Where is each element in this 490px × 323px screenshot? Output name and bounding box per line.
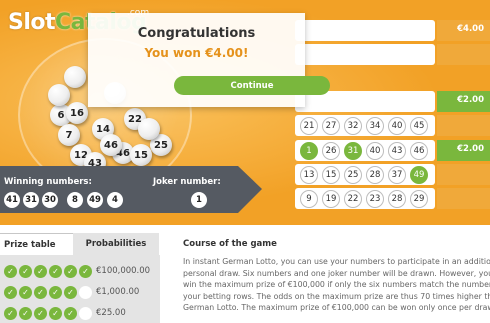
- row-number: 22: [344, 190, 362, 208]
- row-number: 40: [388, 117, 406, 135]
- drum-ball-blank: [138, 118, 160, 140]
- continue-button[interactable]: Continue: [174, 76, 330, 95]
- check-icon: ✓: [34, 307, 47, 320]
- row-prize: [437, 44, 490, 65]
- check-icon: ✓: [34, 265, 47, 278]
- betting-row: 9 19 22 23 28 29: [295, 188, 435, 209]
- logo-part-slot: Slot: [8, 10, 56, 35]
- row-prize: [437, 115, 490, 136]
- course-line: In instant German Lotto, you can use you…: [183, 257, 490, 266]
- drum-ball: 7: [58, 124, 80, 146]
- row-number: 49: [410, 166, 428, 184]
- row-number: 45: [410, 117, 428, 135]
- check-icon: ✓: [79, 265, 92, 278]
- drum-ball-blank: [64, 66, 86, 88]
- row-prize-value: €4.00: [457, 24, 484, 34]
- drum-ball: 15: [130, 144, 152, 166]
- row-number: 32: [344, 117, 362, 135]
- dialog-title: Congratulations: [137, 26, 256, 41]
- row-number: 1: [300, 142, 318, 160]
- winning-number: 30: [42, 192, 58, 208]
- winning-number: 4: [107, 192, 123, 208]
- betting-row: [295, 20, 435, 41]
- check-icon: ✓: [19, 307, 32, 320]
- drum-ball: 16: [66, 102, 88, 124]
- drum-ball-blank: [48, 84, 70, 106]
- check-icon: ✓: [4, 265, 17, 278]
- prize-value: €25.00: [96, 308, 126, 318]
- betting-row: 13 15 25 28 37 49: [295, 164, 435, 185]
- row-prize-value: €2.00: [457, 144, 484, 154]
- winning-numbers-bar: Winning numbers: Joker number: 41 31 30 …: [0, 166, 262, 213]
- joker-number-label: Joker number:: [153, 177, 221, 187]
- course-line: personal draw. Six numbers and one joker…: [183, 268, 490, 278]
- check-icon: ✓: [4, 307, 17, 320]
- winning-numbers-label: Winning numbers:: [4, 177, 92, 187]
- row-number: 40: [366, 142, 384, 160]
- row-number: 34: [366, 117, 384, 135]
- check-icon: ✓: [64, 286, 77, 299]
- check-icon: ✓: [64, 307, 77, 320]
- row-number: 27: [322, 117, 340, 135]
- row-prize-value: €2.00: [457, 95, 484, 105]
- check-icon: ✓: [19, 265, 32, 278]
- empty-circle-icon: [79, 307, 92, 320]
- row-prize: €4.00: [437, 20, 490, 41]
- betting-row: [295, 44, 435, 65]
- row-number: 19: [322, 190, 340, 208]
- course-line: your betting rows. The odds on the maxim…: [183, 291, 490, 301]
- row-prize: €2.00: [437, 140, 490, 161]
- winning-number: 41: [4, 192, 20, 208]
- row-number: 15: [322, 166, 340, 184]
- check-icon: ✓: [34, 286, 47, 299]
- row-number: 26: [322, 142, 340, 160]
- row-number: 13: [300, 166, 318, 184]
- row-number: 9: [300, 190, 318, 208]
- row-number: 28: [388, 190, 406, 208]
- course-line: German Lotto. The maximum prize of €100,…: [183, 303, 490, 313]
- game-area: 6 16 14 7 22 25 12 43 46 15 46 SlotCatal…: [0, 0, 490, 225]
- drum-ball: 46: [100, 134, 122, 156]
- check-icon: ✓: [64, 265, 77, 278]
- course-title: Course of the game: [183, 239, 277, 249]
- course-description: In instant German Lotto, you can use you…: [183, 256, 490, 314]
- row-number: 43: [388, 142, 406, 160]
- row-number: 31: [344, 142, 362, 160]
- empty-circle-icon: [79, 286, 92, 299]
- check-icon: ✓: [49, 265, 62, 278]
- joker-number: 1: [191, 192, 207, 208]
- row-prize: [437, 164, 490, 185]
- row-number: 28: [366, 166, 384, 184]
- info-section: Prize table Probabilities ✓ ✓ ✓ ✓ ✓ ✓ €100,000…: [0, 225, 490, 323]
- betting-row: 21 27 32 34 40 45: [295, 115, 435, 136]
- prize-value: €100,000.00: [96, 266, 151, 276]
- row-number: 46: [410, 142, 428, 160]
- prize-table: ✓ ✓ ✓ ✓ ✓ ✓ €100,000.00 ✓ ✓ ✓ ✓ ✓ €1,000.00 ✓ ✓ ✓ ✓ ✓ €25.…: [0, 255, 160, 323]
- tab-prize-table[interactable]: Prize table: [0, 233, 73, 256]
- tab-probabilities[interactable]: Probabilities: [73, 233, 159, 255]
- course-line: win the maximum prize of €100,000 if onl…: [183, 280, 490, 290]
- winning-number: 8: [67, 192, 83, 208]
- prize-value: €1,000.00: [96, 287, 140, 297]
- check-icon: ✓: [19, 286, 32, 299]
- check-icon: ✓: [49, 286, 62, 299]
- check-icon: ✓: [49, 307, 62, 320]
- row-number: 25: [344, 166, 362, 184]
- betting-row: 1 26 31 40 43 46: [295, 140, 435, 161]
- winning-number: 31: [23, 192, 39, 208]
- row-number: 21: [300, 117, 318, 135]
- row-number: 29: [410, 190, 428, 208]
- dialog-win-amount: You won €4.00!: [144, 46, 249, 60]
- info-tabs: Prize table Probabilities: [0, 233, 160, 256]
- row-prize: [437, 188, 490, 209]
- row-prize: €2.00: [437, 91, 490, 112]
- winning-number: 49: [87, 192, 103, 208]
- row-number: 37: [388, 166, 406, 184]
- check-icon: ✓: [4, 286, 17, 299]
- row-number: 23: [366, 190, 384, 208]
